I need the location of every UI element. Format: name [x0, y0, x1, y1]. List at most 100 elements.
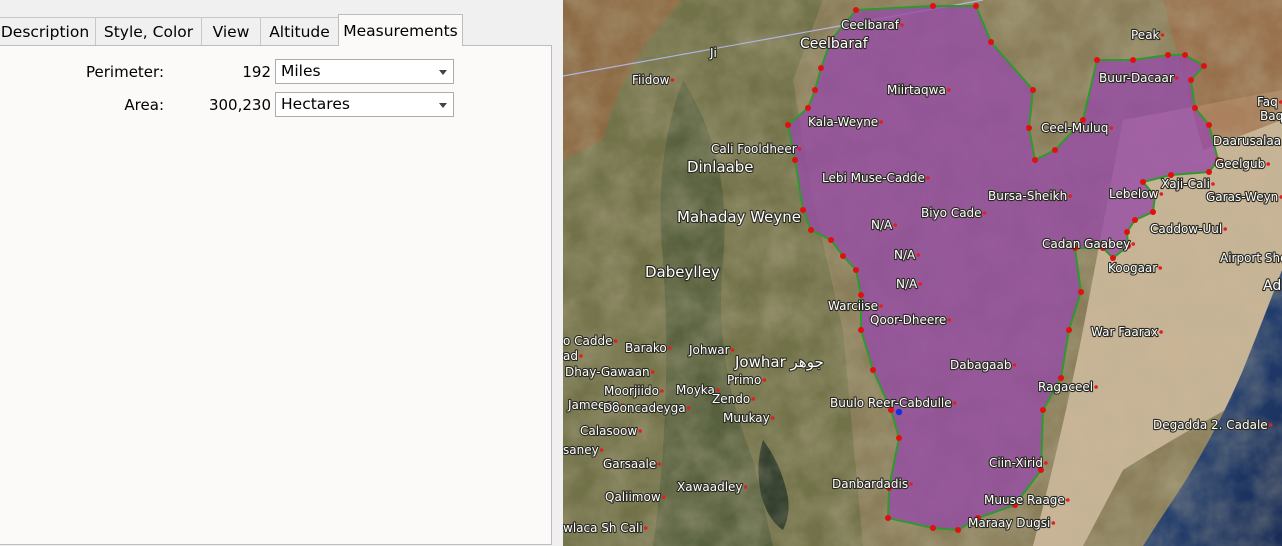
tab-altitude[interactable]: Altitude	[260, 17, 339, 45]
area-unit-select[interactable]: Hectares	[275, 92, 454, 117]
place-marker-dot	[762, 378, 767, 382]
place-label: saney	[563, 443, 599, 457]
polygon-vertex[interactable]	[808, 227, 814, 233]
place-label: Airport Sho	[1220, 251, 1282, 265]
polygon-vertex[interactable]	[896, 435, 902, 441]
perimeter-unit-value: Miles	[281, 62, 321, 80]
place-marker-dot	[982, 211, 987, 215]
place-label: Degadda 2. Cadale	[1153, 418, 1268, 432]
polygon-vertex[interactable]	[1188, 77, 1194, 83]
polygon-vertex[interactable]	[1192, 105, 1198, 111]
tab-measurements[interactable]: Measurements	[338, 14, 463, 46]
place-marker-dot	[918, 282, 923, 286]
place-marker-dot	[1094, 385, 1098, 389]
place-marker-dot	[1044, 461, 1048, 465]
polygon-vertex[interactable]	[828, 237, 834, 243]
polygon-vertex[interactable]	[1150, 209, 1156, 215]
place-marker-dot	[947, 88, 951, 92]
polygon-vertex[interactable]	[1032, 157, 1038, 163]
place-label: Barako	[625, 341, 667, 355]
polygon-vertex[interactable]	[818, 65, 824, 71]
place-marker-dot	[916, 253, 921, 257]
polygon-vertex[interactable]	[858, 327, 864, 333]
polygon-vertex[interactable]	[853, 267, 859, 273]
place-label: Dooncadeyga	[603, 401, 686, 415]
place-marker-dot	[730, 348, 735, 352]
place-label: Danbardadis	[832, 477, 908, 491]
tab-description[interactable]: Description	[0, 17, 96, 45]
polygon-vertex[interactable]	[1165, 52, 1171, 58]
polygon-vertex[interactable]	[1140, 179, 1146, 185]
polygon-vertex[interactable]	[1124, 229, 1130, 235]
polygon-vertex[interactable]	[853, 7, 859, 13]
place-label: Koogaar	[1108, 261, 1157, 275]
place-label: Ragaceel	[1038, 380, 1093, 394]
polygon-vertex[interactable]	[792, 157, 798, 163]
polygon-vertex[interactable]	[858, 292, 864, 298]
polygon-vertex[interactable]	[930, 3, 936, 9]
polygon-vertex[interactable]	[1182, 52, 1188, 58]
polygon-vertex[interactable]	[988, 39, 994, 45]
perimeter-label: Perimeter:	[86, 63, 164, 81]
chevron-down-icon	[439, 70, 447, 75]
place-marker-dot	[743, 485, 748, 489]
place-label: Ceelbaraf	[800, 36, 869, 52]
place-label: Ad	[1263, 278, 1281, 294]
polygon-vertex[interactable]	[1206, 122, 1212, 128]
place-label: Bursa-Sheikh	[988, 189, 1067, 203]
polygon-vertex[interactable]	[840, 253, 846, 259]
place-label: Caddow-Uul	[1150, 222, 1222, 236]
polygon-vertex[interactable]	[885, 515, 891, 521]
place-label: N/A	[871, 218, 893, 232]
polygon-vertex[interactable]	[1132, 217, 1138, 223]
polygon-vertex[interactable]	[805, 105, 811, 111]
polygon-vertex[interactable]	[1206, 169, 1212, 175]
polygon-vertex[interactable]	[1094, 57, 1100, 63]
place-label: Garas-Weyn	[1206, 190, 1278, 204]
place-label: N/A	[894, 248, 916, 262]
place-marker-dot	[599, 448, 604, 452]
place-label: Maraay Dugsi	[968, 516, 1050, 530]
polygon-vertex[interactable]	[930, 525, 936, 531]
polygon-vertex[interactable]	[1030, 87, 1036, 93]
place-label: ad	[563, 349, 578, 363]
place-label: Dabeylley	[645, 263, 720, 281]
place-label: Baqda	[1260, 109, 1282, 123]
place-label: Warciise	[828, 299, 878, 313]
polygon-vertex[interactable]	[1066, 327, 1072, 333]
tab-style-color[interactable]: Style, Color	[95, 17, 202, 45]
place-marker-dot	[1158, 266, 1163, 270]
measurements-pane: Perimeter: 192 Miles Area: 300,230 Hecta…	[0, 45, 552, 545]
place-label: Dhay-Gawaan	[565, 365, 650, 379]
polygon-vertex[interactable]	[1130, 57, 1136, 63]
polygon-vertex[interactable]	[1201, 63, 1207, 69]
perimeter-unit-select[interactable]: Miles	[275, 59, 454, 84]
place-label: Peak	[1131, 28, 1160, 42]
place-label: wlaca Sh Cali	[563, 521, 643, 535]
place-marker-dot	[1160, 33, 1165, 37]
place-marker-dot	[1159, 330, 1163, 334]
polygon-vertex[interactable]	[1040, 407, 1046, 413]
place-marker-dot	[670, 78, 675, 82]
polygon-vertex[interactable]	[1026, 125, 1032, 131]
place-label: Ji	[709, 46, 717, 60]
polygon-vertex[interactable]	[870, 367, 876, 373]
perimeter-value: 192	[242, 63, 271, 81]
place-label: Qaliimow	[605, 490, 661, 504]
place-label: Muukay	[723, 411, 770, 425]
place-marker-dot	[643, 526, 648, 530]
chevron-down-icon	[439, 103, 447, 108]
properties-panel: Description Style, Color View Altitude M…	[0, 0, 563, 546]
satellite-map-view[interactable]: Ceelbaraf Ceelbaraf Peak Ji Fiidow Buur-Dacaa…	[563, 0, 1282, 546]
polygon-vertex[interactable]	[1078, 289, 1084, 295]
place-marker-dot	[893, 223, 898, 227]
tab-view[interactable]: View	[201, 17, 261, 45]
place-label: Kala-Weyne	[808, 115, 878, 129]
polygon-vertex[interactable]	[1052, 147, 1058, 153]
polygon-vertex[interactable]	[955, 527, 961, 533]
place-label: Ceelbaraf	[841, 18, 900, 32]
polygon-vertex[interactable]	[973, 3, 979, 9]
polygon-vertex[interactable]	[785, 122, 791, 128]
polygon-vertex[interactable]	[812, 87, 818, 93]
place-label: Ceel-Muluq	[1041, 121, 1108, 135]
